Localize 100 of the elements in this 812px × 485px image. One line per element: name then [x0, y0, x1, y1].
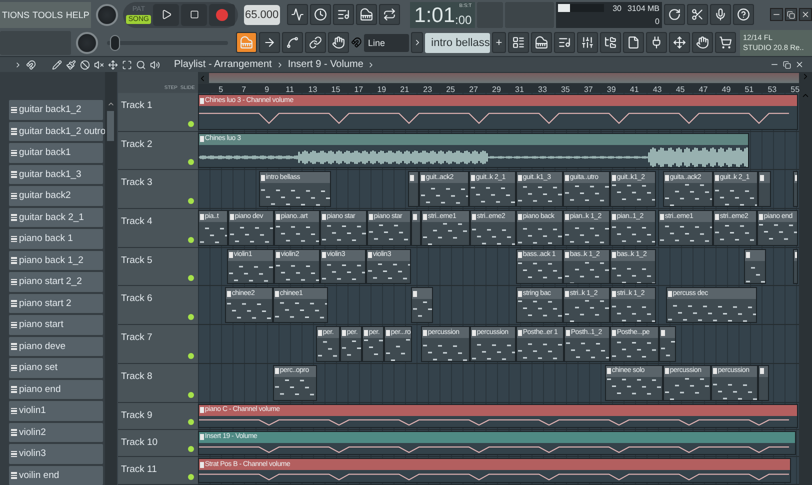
browser-item[interactable]: voilin end [9, 466, 103, 485]
scroll-up-icon[interactable] [106, 100, 115, 108]
browser-item[interactable]: guitar back1 [9, 143, 103, 162]
cut-button[interactable] [686, 4, 708, 26]
browser-item[interactable]: guitar back2 [9, 186, 103, 206]
track-header[interactable]: Track 3 [118, 170, 198, 210]
arrow-button[interactable] [259, 32, 280, 54]
menu-item[interactable]: TOOLS [32, 10, 63, 20]
file-button[interactable] [623, 32, 644, 54]
record-audio-button[interactable] [710, 4, 730, 26]
piano-icon [240, 36, 254, 50]
snap-dropdown[interactable]: Line [364, 34, 410, 52]
browser-item[interactable]: violin1 [9, 401, 103, 420]
browser-item[interactable]: piano start 2_2 [9, 272, 103, 292]
track-header[interactable]: Track 6 [118, 286, 198, 326]
track-header[interactable]: Track 8 [118, 364, 198, 402]
pattern-clip[interactable] [658, 326, 676, 362]
track-enable-dot[interactable] [188, 474, 194, 480]
track-enable-dot[interactable] [188, 314, 194, 320]
playlist-button[interactable] [236, 32, 258, 54]
timeline-ruler[interactable]: 5 7 9 11 13 15 17 19 21 23 25 27 29 31 33 35 37 39 41 43 45 47 49 51 53 55 [198, 84, 800, 93]
pattern-selector[interactable]: intro bellass [425, 32, 490, 53]
track-name: Track 11 [120, 464, 157, 475]
track-header[interactable]: Track 7 [118, 325, 198, 364]
minimize-button[interactable] [770, 8, 783, 22]
undo-button[interactable] [664, 4, 684, 26]
mixer-button[interactable] [577, 32, 598, 54]
breadcrumb-item[interactable]: Insert 9 - Volume [288, 59, 364, 70]
pattern-clip[interactable] [408, 171, 419, 208]
pattern-clip[interactable] [758, 171, 771, 208]
metronome-button[interactable] [287, 4, 308, 26]
next-button[interactable] [411, 32, 424, 54]
channel-rack-button[interactable] [554, 32, 575, 54]
pattern-clip[interactable] [410, 210, 421, 246]
curve-button[interactable] [282, 32, 304, 54]
play-button[interactable] [153, 4, 180, 26]
scroll-thumb[interactable] [107, 111, 114, 141]
help-button[interactable] [732, 4, 754, 26]
scrollbar[interactable] [105, 72, 117, 485]
menu-item[interactable]: TIONS [2, 10, 30, 20]
breadcrumb-item[interactable]: Playlist - Arrangement [174, 59, 272, 70]
track-enable-dot[interactable] [188, 352, 194, 359]
browser-item[interactable]: guitar back1_2 outro [9, 122, 103, 141]
shop-button[interactable] [715, 32, 736, 54]
browser-item[interactable]: guitar back1_3 [9, 164, 103, 184]
track-header[interactable]: Track 10 [118, 430, 198, 457]
track-header[interactable]: Track 4 [118, 209, 198, 248]
browser-item[interactable]: piano start 2 [9, 294, 103, 313]
browser-item[interactable]: guitar back1_2 [9, 100, 103, 120]
scrollbar[interactable] [799, 72, 812, 485]
pattern-clip[interactable] [792, 248, 798, 284]
touch-button[interactable] [692, 32, 713, 54]
track-enable-dot[interactable] [188, 418, 194, 424]
track-header[interactable]: Track 1 [118, 93, 198, 132]
track-header[interactable]: Track 9 [118, 402, 198, 430]
pattern-clip[interactable] [744, 248, 766, 284]
track-enable-dot[interactable] [188, 446, 194, 452]
track-enable-dot[interactable] [188, 120, 194, 127]
playlist-window-button[interactable] [508, 32, 529, 54]
piano-roll-button[interactable] [531, 32, 552, 54]
stop-button[interactable] [181, 4, 208, 26]
track-enable-dot[interactable] [188, 198, 194, 204]
add-pattern-button[interactable]: + [492, 32, 506, 54]
browser-item[interactable]: guitar back 2_1 [9, 208, 103, 227]
track-enable-dot[interactable] [188, 275, 194, 282]
browser-item[interactable]: violin2 [9, 422, 103, 442]
track-header[interactable]: Track 11 [118, 457, 198, 485]
wait-record-button[interactable] [310, 4, 332, 26]
link-button[interactable] [305, 32, 326, 54]
track-name: Track 6 [120, 293, 152, 304]
step-edit-button[interactable] [356, 4, 378, 26]
track-enable-dot[interactable] [188, 392, 194, 398]
track-enable-dot[interactable] [188, 236, 194, 243]
browser-item[interactable]: piano deve [9, 336, 103, 356]
browser-item[interactable]: violin3 [9, 444, 103, 464]
browser-item[interactable]: piano set [9, 358, 103, 378]
track-header[interactable]: Track 5 [118, 248, 198, 286]
restore-button[interactable] [784, 8, 798, 22]
browser-item[interactable]: piano start [9, 315, 103, 334]
stamp-button[interactable] [328, 32, 350, 54]
menu-item[interactable]: HELP [66, 10, 90, 20]
browser-item[interactable]: piano back 1 [9, 229, 103, 248]
loop-record-button[interactable] [379, 4, 400, 26]
pattern-icon [11, 257, 17, 264]
browser-item[interactable]: piano back 1_2 [9, 250, 103, 270]
browser-button[interactable] [600, 32, 621, 54]
close-button[interactable] [799, 8, 812, 22]
pattern-clip[interactable] [792, 171, 798, 208]
browser-item[interactable]: piano end [9, 380, 103, 399]
pattern-clip[interactable] [410, 287, 433, 324]
track-enable-dot[interactable] [188, 159, 194, 166]
tempo-field[interactable]: 65.000 [244, 4, 280, 25]
countdown-button[interactable] [333, 4, 354, 26]
master-pitch-knob[interactable] [76, 32, 98, 54]
track-header[interactable]: Track 2 [118, 132, 198, 170]
plugin-button[interactable] [646, 32, 667, 54]
slider-thumb[interactable] [110, 34, 120, 51]
pattern-clip[interactable] [758, 364, 769, 400]
performance-button[interactable] [669, 32, 690, 54]
master-volume-knob[interactable] [96, 4, 118, 26]
